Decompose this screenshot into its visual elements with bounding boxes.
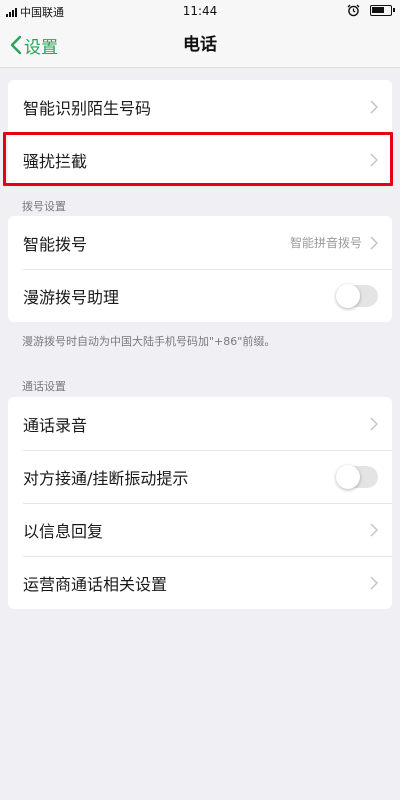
group-caller-protection: 智能识别陌生号码 骚扰拦截	[8, 80, 392, 186]
row-vibrate-alert: 对方接通/挂断振动提示	[8, 450, 392, 503]
row-label: 智能拨号	[23, 234, 88, 254]
chevron-right-icon	[370, 99, 378, 114]
status-bar: 中国联通 11:44	[0, 0, 400, 22]
toggle-knob	[336, 464, 360, 489]
battery-icon	[370, 5, 395, 16]
chevron-right-icon	[370, 416, 378, 431]
alarm-icon	[347, 4, 360, 17]
chevron-right-icon	[370, 235, 378, 250]
row-label: 漫游拨号助理	[23, 287, 120, 307]
navigation-bar: 设置 电话	[0, 22, 400, 68]
row-roaming-assistant: 漫游拨号助理	[8, 269, 392, 322]
chevron-right-icon	[370, 152, 378, 167]
clock: 11:44	[182, 4, 218, 18]
group-call-settings: 通话录音 对方接通/挂断振动提示 以信息回复 运营商通话相关设置	[8, 397, 392, 609]
roaming-toggle[interactable]	[336, 283, 378, 308]
row-carrier-call-settings[interactable]: 运营商通话相关设置	[8, 556, 392, 609]
row-smart-dial[interactable]: 智能拨号 智能拼音拨号	[8, 216, 392, 269]
chevron-right-icon	[370, 522, 378, 537]
row-reply-with-message[interactable]: 以信息回复	[8, 503, 392, 556]
row-call-recording[interactable]: 通话录音	[8, 397, 392, 450]
row-label: 通话录音	[23, 415, 88, 435]
section-header-call: 通话设置	[22, 380, 66, 393]
phone-settings-screen: 中国联通 11:44 设置 电话 智能识别陌生号码 骚扰拦截 拨号设置 智能拨号…	[0, 0, 400, 800]
row-label: 以信息回复	[23, 521, 104, 541]
toggle-knob	[336, 283, 360, 308]
vibrate-toggle[interactable]	[336, 464, 378, 489]
chevron-right-icon	[370, 575, 378, 590]
row-label: 对方接通/挂断振动提示	[23, 468, 189, 488]
row-value: 智能拼音拨号	[289, 236, 362, 250]
row-label: 运营商通话相关设置	[23, 574, 168, 594]
page-title: 电话	[183, 35, 217, 55]
row-harassment-block[interactable]: 骚扰拦截	[8, 133, 392, 186]
row-label: 智能识别陌生号码	[23, 98, 152, 118]
status-right	[347, 4, 395, 17]
row-label: 骚扰拦截	[23, 151, 88, 171]
row-smart-identify[interactable]: 智能识别陌生号码	[8, 80, 392, 133]
group-dial-settings: 智能拨号 智能拼音拨号 漫游拨号助理	[8, 216, 392, 322]
section-header-dial: 拨号设置	[22, 200, 66, 213]
roaming-note: 漫游拨号时自动为中国大陆手机号码加"+86"前缀。	[22, 335, 276, 348]
